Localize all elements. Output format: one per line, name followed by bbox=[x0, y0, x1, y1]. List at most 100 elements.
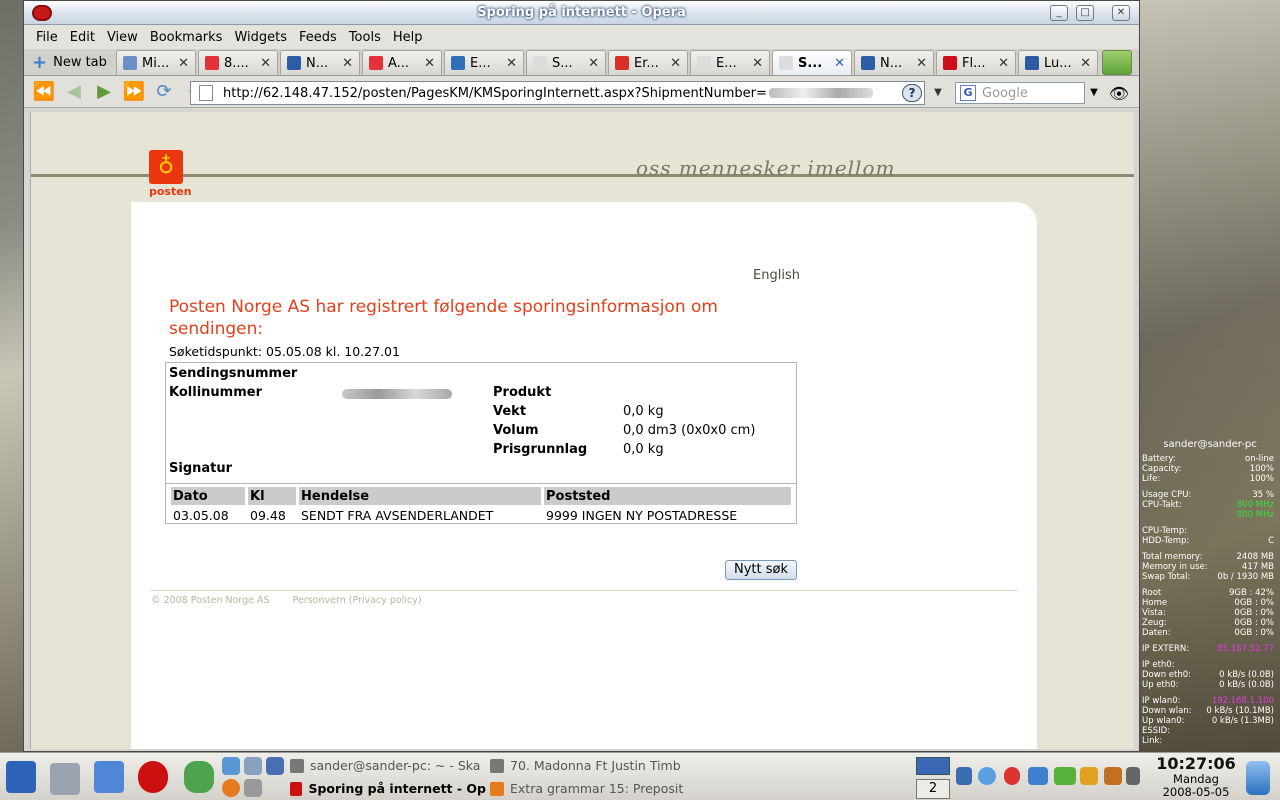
tab-11[interactable]: Lu... ✕ bbox=[1018, 50, 1098, 75]
label-prisgrunnlag: Prisgrunnlag bbox=[493, 442, 588, 457]
close-button[interactable]: ✕ bbox=[1112, 5, 1130, 21]
tab-close-icon[interactable]: ✕ bbox=[260, 56, 271, 71]
tab-8[interactable]: S... ✕ bbox=[772, 50, 852, 75]
address-dropdown-icon[interactable]: ▼ bbox=[927, 81, 949, 105]
terminal-icon[interactable] bbox=[244, 779, 262, 797]
back-icon[interactable]: ◀ bbox=[60, 79, 88, 105]
trash-icon[interactable] bbox=[1246, 761, 1270, 795]
tab-close-icon[interactable]: ✕ bbox=[998, 56, 1009, 71]
page-footer: © 2008 Posten Norge AS Personvern (Priva… bbox=[151, 590, 1017, 606]
new-tab-button[interactable]: + New tab bbox=[28, 50, 114, 75]
kde-wallet-icon[interactable] bbox=[1126, 767, 1140, 785]
task-firefox[interactable]: Extra grammar 15: Preposit bbox=[490, 778, 686, 799]
label-signatur: Signatur bbox=[169, 461, 233, 476]
tab-close-icon[interactable]: ✕ bbox=[342, 56, 353, 71]
title-bar[interactable]: Sporing på internett - Opera _ □ ✕ bbox=[24, 1, 1139, 25]
earth-icon[interactable] bbox=[244, 757, 262, 775]
tab-label: A... bbox=[388, 55, 410, 71]
menu-view[interactable]: View bbox=[101, 30, 144, 45]
col-poststed: Poststed bbox=[544, 487, 791, 505]
maximize-button[interactable]: □ bbox=[1076, 5, 1094, 21]
sysmon-row: Capacity: 100% bbox=[1140, 464, 1280, 474]
search-field[interactable]: G Google bbox=[955, 82, 1085, 104]
new-search-button[interactable]: Nytt søk bbox=[725, 560, 797, 580]
fast-forward-icon[interactable]: ⏩ bbox=[120, 79, 148, 105]
task-terminal[interactable]: sander@sander-pc: ~ - Ska bbox=[290, 755, 486, 776]
tab-close-icon[interactable]: ✕ bbox=[506, 56, 517, 71]
tab-6[interactable]: Er... ✕ bbox=[608, 50, 688, 75]
tab-close-icon[interactable]: ✕ bbox=[916, 56, 927, 71]
tab-close-icon[interactable]: ✕ bbox=[670, 56, 681, 71]
sysmon-key bbox=[1142, 510, 1200, 520]
forward-icon[interactable]: ▶ bbox=[90, 79, 118, 105]
menu-help[interactable]: Help bbox=[387, 30, 429, 45]
pager-desktop-2[interactable]: 2 bbox=[916, 779, 950, 799]
address-bar[interactable]: http://62.148.47.152/posten/PagesKM/KMSp… bbox=[190, 81, 925, 105]
tab-0[interactable]: Mi... ✕ bbox=[116, 50, 196, 75]
tab-close-icon[interactable]: ✕ bbox=[1080, 56, 1091, 71]
menu-file[interactable]: File bbox=[30, 30, 64, 45]
network-icon[interactable] bbox=[222, 757, 240, 775]
package-icon[interactable] bbox=[1104, 767, 1122, 785]
contacts-icon[interactable] bbox=[184, 761, 214, 793]
sysmon-value: 0GB : 0% bbox=[1234, 608, 1274, 618]
editor-icon[interactable] bbox=[94, 761, 124, 793]
sysmon-value: 0 kB/s (10.1MB) bbox=[1206, 706, 1274, 716]
minimize-button[interactable]: _ bbox=[1050, 5, 1068, 21]
tab-4[interactable]: E... ✕ bbox=[444, 50, 524, 75]
trash-can-icon[interactable] bbox=[1102, 50, 1132, 75]
battery-icon[interactable] bbox=[1054, 767, 1076, 785]
tab-10[interactable]: Fl... ✕ bbox=[936, 50, 1016, 75]
menu-feeds[interactable]: Feeds bbox=[293, 30, 343, 45]
menu-widgets[interactable]: Widgets bbox=[228, 30, 293, 45]
address-url[interactable]: http://62.148.47.152/posten/PagesKM/KMSp… bbox=[223, 86, 767, 101]
tab-9[interactable]: N... ✕ bbox=[854, 50, 934, 75]
tab-5[interactable]: S... ✕ bbox=[526, 50, 606, 75]
pager-desktop-1[interactable] bbox=[916, 757, 950, 775]
help-icon[interactable]: ? bbox=[902, 84, 922, 102]
sysmon-key: Link: bbox=[1142, 736, 1163, 746]
network-manager-icon[interactable] bbox=[978, 767, 996, 785]
eye-icon[interactable]: 👁 bbox=[1107, 84, 1131, 103]
slogan: oss mennesker imellom bbox=[636, 156, 896, 180]
tab-2[interactable]: N... ✕ bbox=[280, 50, 360, 75]
tab-close-icon[interactable]: ✕ bbox=[834, 56, 845, 71]
rewind-icon[interactable]: ⏪ bbox=[30, 79, 58, 105]
sysmon-key: Capacity: bbox=[1142, 464, 1182, 474]
sysmon-value bbox=[1200, 726, 1274, 736]
task-opera[interactable]: Sporing på internett - Op bbox=[290, 778, 486, 799]
paper-plane-icon[interactable] bbox=[266, 757, 284, 775]
opera-launcher-icon[interactable] bbox=[138, 761, 168, 793]
clock[interactable]: 10:27:06 Mandag 2008-05-05 bbox=[1150, 754, 1242, 799]
menu-bookmarks[interactable]: Bookmarks bbox=[144, 30, 229, 45]
menu-tools[interactable]: Tools bbox=[343, 30, 387, 45]
volume-icon[interactable] bbox=[956, 767, 972, 785]
tab-3[interactable]: A... ✕ bbox=[362, 50, 442, 75]
cell-hendelse: SENDT FRA AVSENDERLANDET bbox=[301, 508, 494, 523]
menu-edit[interactable]: Edit bbox=[64, 30, 101, 45]
power-icon[interactable] bbox=[1004, 767, 1020, 785]
value-prisgrunnlag: 0,0 kg bbox=[623, 442, 664, 457]
sysmon-key: Total memory: bbox=[1142, 552, 1203, 562]
tab-favicon bbox=[533, 56, 547, 70]
firefox-icon[interactable] bbox=[222, 779, 240, 797]
posten-logo[interactable]: ♁ posten bbox=[149, 150, 192, 198]
kde-menu-icon[interactable] bbox=[6, 761, 36, 793]
tab-close-icon[interactable]: ✕ bbox=[588, 56, 599, 71]
show-desktop-icon[interactable] bbox=[50, 763, 80, 795]
tab-7[interactable]: E... ✕ bbox=[690, 50, 770, 75]
tab-close-icon[interactable]: ✕ bbox=[424, 56, 435, 71]
reload-icon[interactable]: ⟳ bbox=[150, 79, 178, 105]
sysmon-key: Memory in use: bbox=[1142, 562, 1208, 572]
tab-1[interactable]: 8.... ✕ bbox=[198, 50, 278, 75]
search-dropdown-icon[interactable]: ▼ bbox=[1085, 82, 1103, 104]
opera-task-icon bbox=[290, 781, 303, 796]
english-link[interactable]: English bbox=[753, 268, 800, 283]
wifi-signal-icon[interactable] bbox=[1028, 767, 1048, 785]
sysmon-value: 100% bbox=[1249, 464, 1274, 474]
task-media[interactable]: 70. Madonna Ft Justin Timb bbox=[490, 755, 686, 776]
tab-close-icon[interactable]: ✕ bbox=[178, 56, 189, 71]
tab-close-icon[interactable]: ✕ bbox=[752, 56, 763, 71]
privacy-link[interactable]: Personvern (Privacy policy) bbox=[293, 595, 422, 606]
clipboard-icon[interactable] bbox=[1080, 767, 1098, 785]
